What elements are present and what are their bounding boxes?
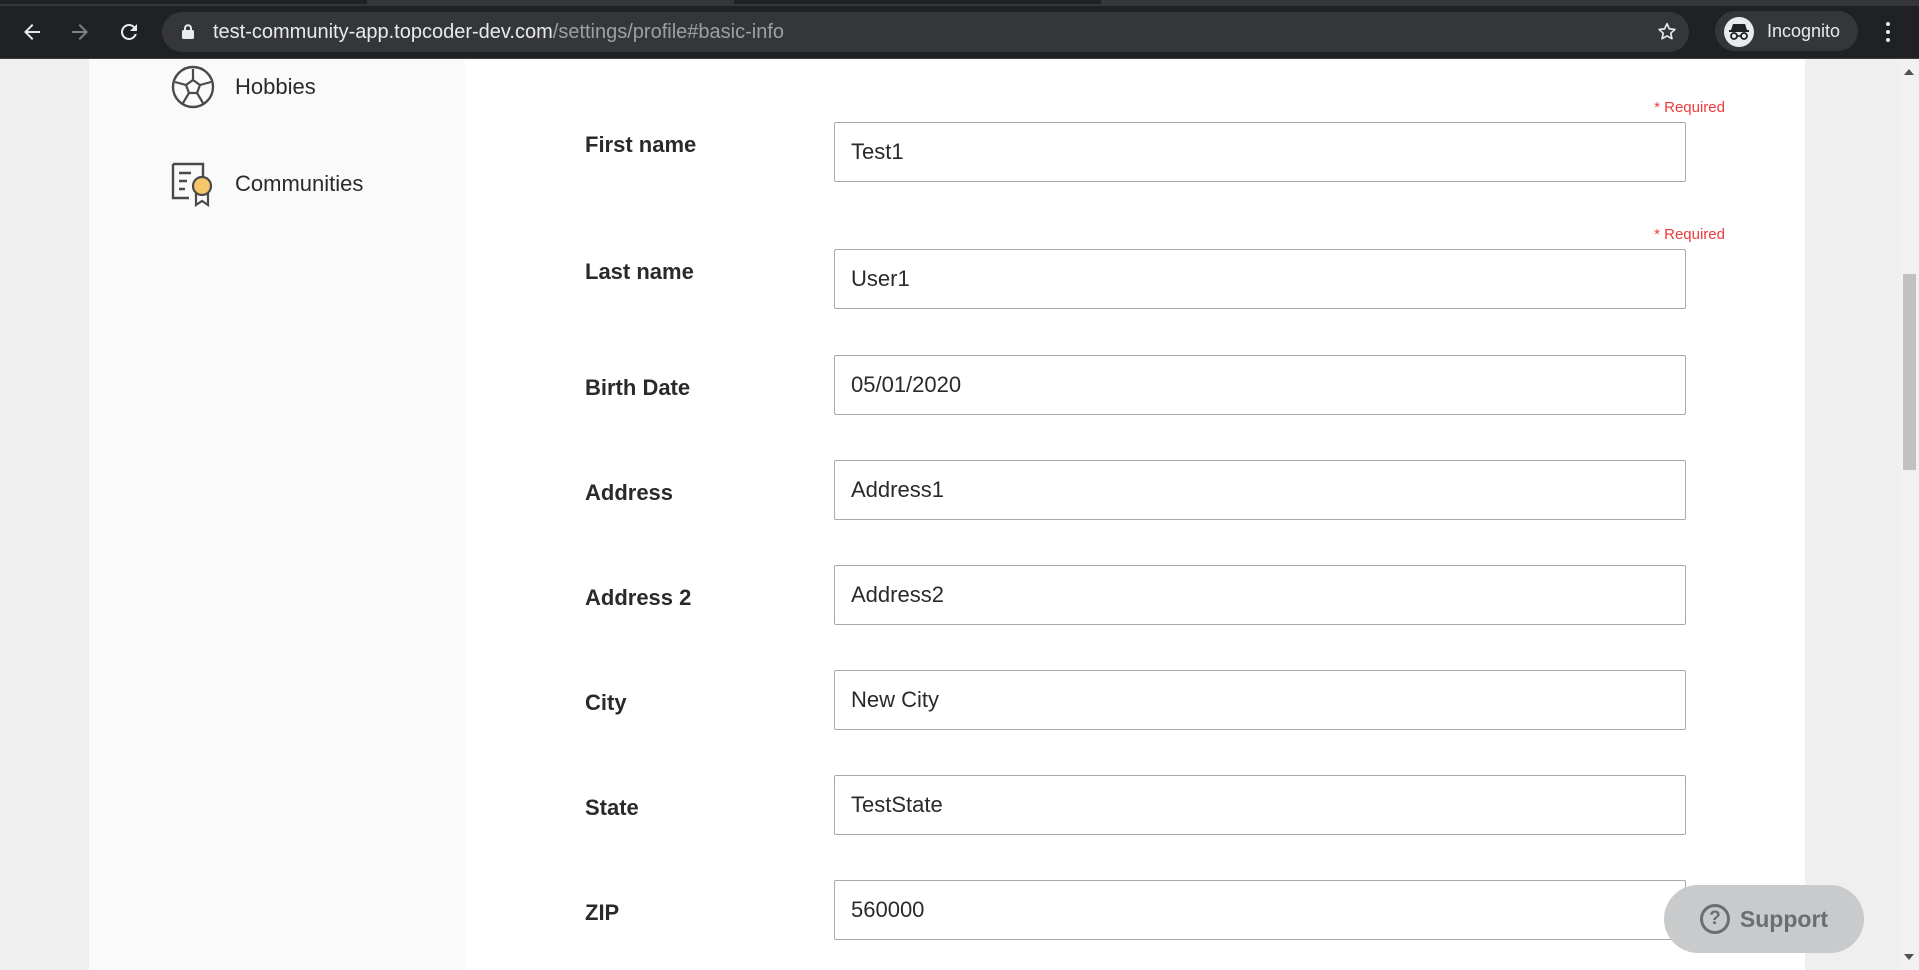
required-indicator: * Required: [1654, 99, 1725, 116]
certificate-icon: [169, 160, 217, 208]
page-viewport: Hobbies Communities * Required First nam…: [0, 59, 1900, 970]
forward-button[interactable]: [62, 14, 98, 50]
back-button[interactable]: [14, 14, 50, 50]
state-input[interactable]: TestState: [834, 775, 1686, 835]
address-input[interactable]: Address1: [834, 460, 1686, 520]
settings-sidebar: Hobbies Communities: [89, 59, 465, 970]
address-label: Address: [585, 480, 674, 505]
scroll-up-arrow-icon[interactable]: [1904, 69, 1914, 75]
settings-card: Hobbies Communities * Required First nam…: [89, 59, 1805, 970]
sidebar-item-communities[interactable]: Communities: [169, 160, 363, 208]
browser-toolbar: test-community-app.topcoder-dev.com/sett…: [0, 0, 1919, 59]
sidebar-item-label: Hobbies: [235, 74, 316, 99]
incognito-icon: [1724, 17, 1754, 47]
zip-input[interactable]: 560000: [834, 880, 1686, 940]
last-name-input[interactable]: User1: [834, 249, 1686, 309]
basic-info-form: * Required First name Test1 * Required L…: [465, 59, 1805, 970]
address2-input[interactable]: Address2: [834, 565, 1686, 625]
first-name-input[interactable]: Test1: [834, 122, 1686, 182]
city-input[interactable]: New City: [834, 670, 1686, 730]
url-text: test-community-app.topcoder-dev.com/sett…: [213, 21, 784, 43]
first-name-label: First name: [585, 132, 697, 157]
address-bar[interactable]: test-community-app.topcoder-dev.com/sett…: [162, 12, 1689, 52]
lock-icon: [182, 24, 194, 44]
incognito-label: Incognito: [1767, 21, 1841, 41]
support-button[interactable]: ? Support: [1664, 885, 1864, 953]
forward-arrow-icon: [72, 24, 88, 40]
last-name-label: Last name: [585, 259, 694, 284]
address2-label: Address 2: [585, 585, 692, 610]
scrollbar-thumb[interactable]: [1903, 274, 1916, 470]
bookmark-star-icon[interactable]: [1653, 18, 1681, 46]
sidebar-item-hobbies[interactable]: Hobbies: [169, 63, 316, 111]
question-icon: ?: [1699, 904, 1730, 934]
page-scrollbar[interactable]: [1900, 59, 1919, 970]
support-label: Support: [1739, 905, 1829, 932]
browser-menu-icon[interactable]: [1876, 17, 1900, 47]
back-arrow-icon: [24, 24, 40, 40]
sidebar-item-label: Communities: [235, 171, 364, 196]
incognito-profile-button[interactable]: Incognito: [1715, 11, 1858, 51]
tab-strip: [0, 0, 1919, 6]
reload-icon: [120, 23, 137, 40]
required-indicator: * Required: [1654, 226, 1725, 243]
birth-date-input[interactable]: 05/01/2020: [834, 355, 1686, 415]
state-label: State: [585, 795, 639, 820]
zip-label: ZIP: [585, 900, 620, 925]
city-label: City: [585, 690, 627, 715]
scroll-down-arrow-icon[interactable]: [1904, 954, 1914, 960]
reload-button[interactable]: [111, 14, 147, 50]
soccer-ball-icon: [169, 63, 217, 111]
birth-date-label: Birth Date: [585, 375, 691, 400]
